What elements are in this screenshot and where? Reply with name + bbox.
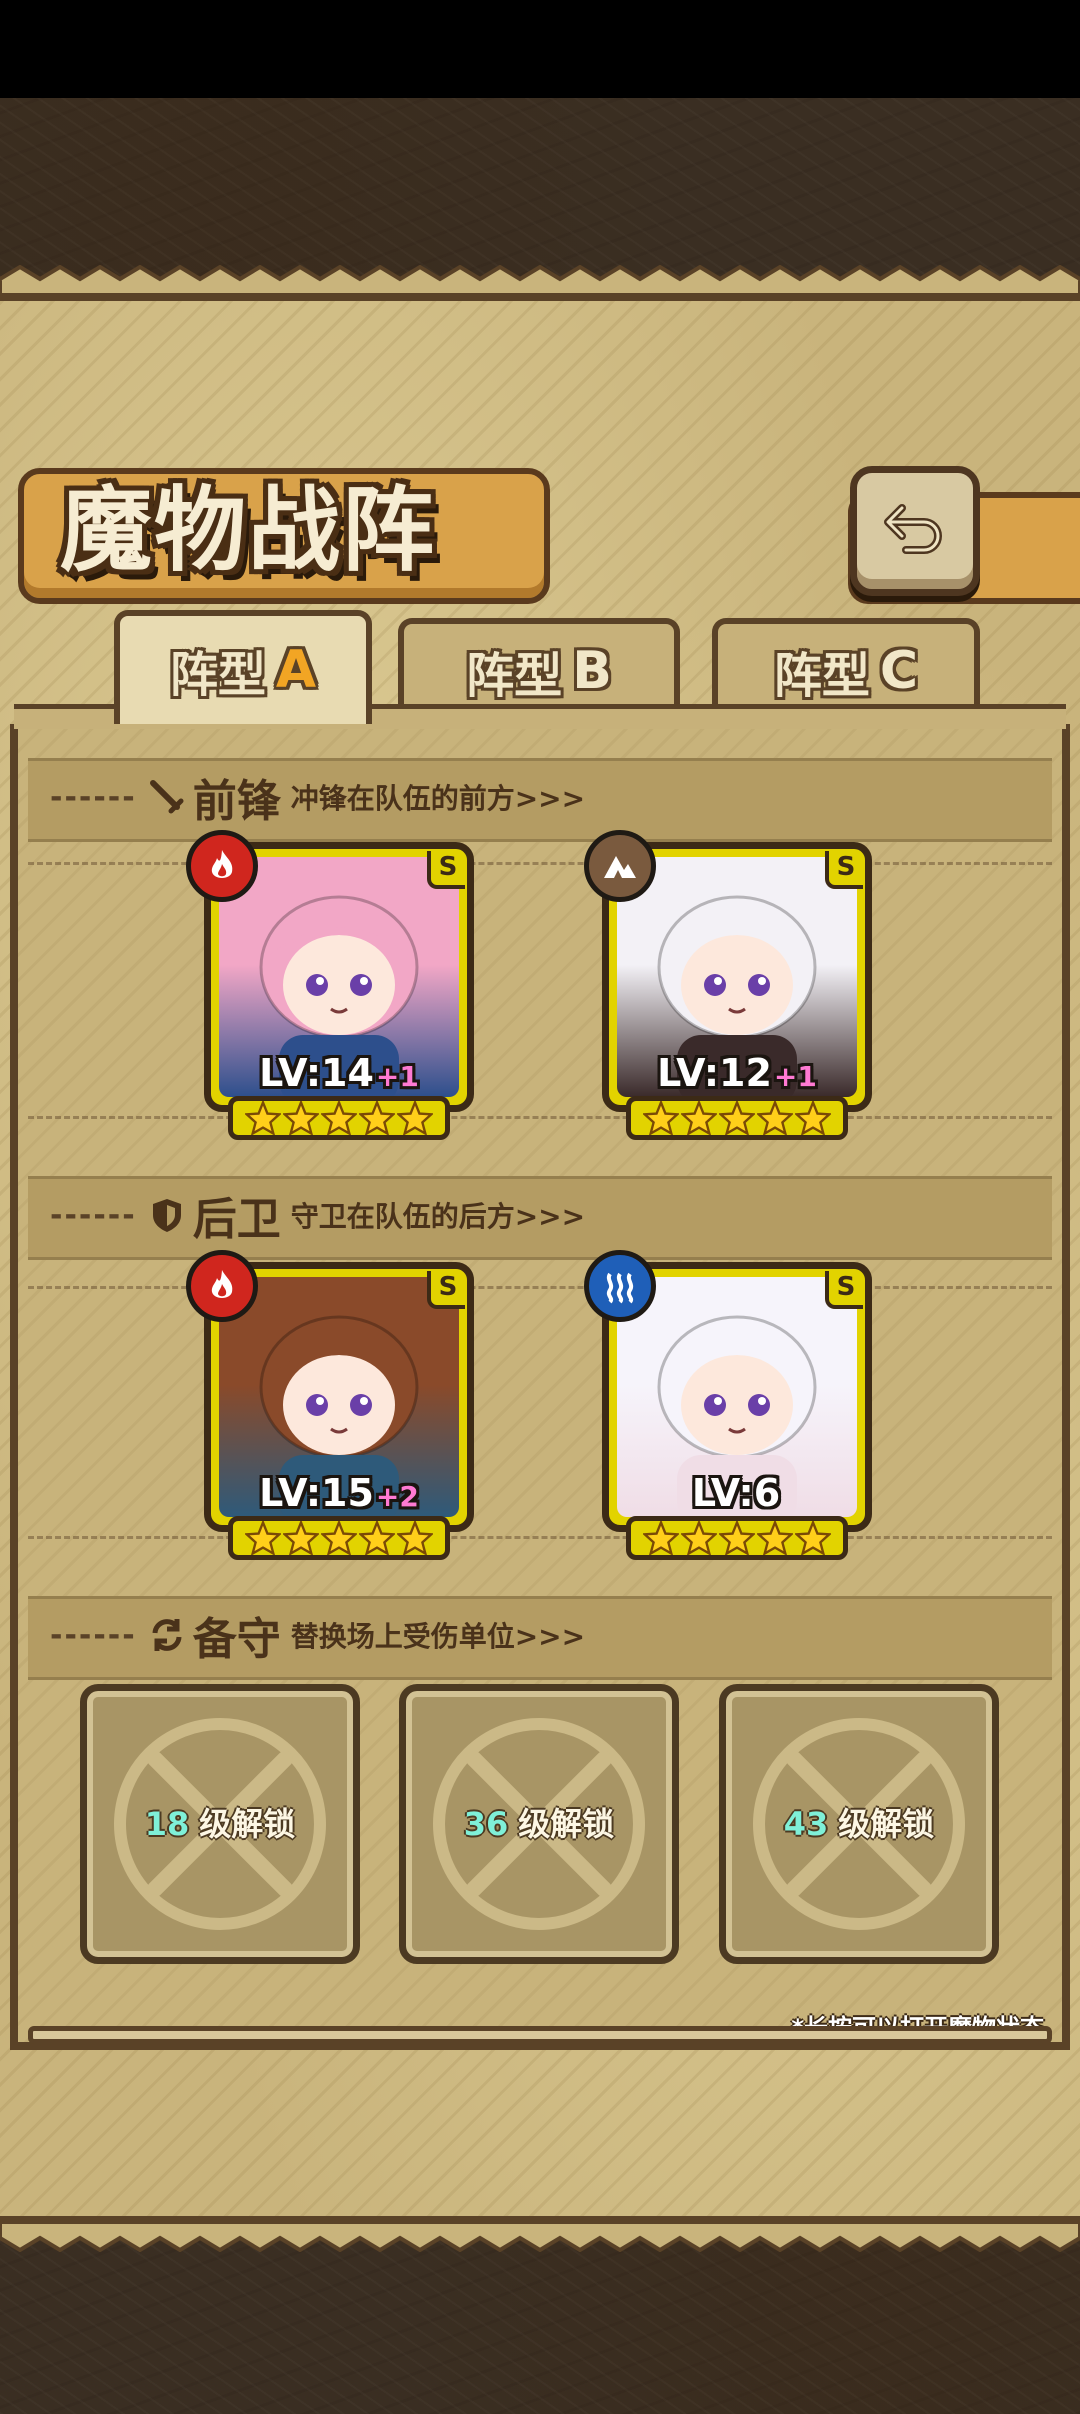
reserve-slot-3[interactable]: 43 级解锁 — [719, 1684, 999, 1964]
tab-label: 阵型 — [773, 648, 870, 704]
back-button[interactable] — [850, 466, 980, 596]
reserve-slot-1[interactable]: 18 级解锁 — [80, 1684, 360, 1964]
star-icon — [795, 1521, 831, 1555]
star-icon — [321, 1521, 357, 1555]
monster-level: LV:14+1 — [211, 1051, 467, 1095]
section-title: 前锋 — [192, 776, 281, 827]
row-guide — [28, 1536, 1052, 1539]
divider-dash: ------ — [50, 1617, 137, 1653]
row-guide — [28, 1116, 1052, 1119]
tab-formation-b[interactable]: 阵型 B — [398, 618, 680, 718]
rearguard-header: ------ 后卫 守卫在队伍的后方>>> — [50, 1176, 585, 1254]
star-icon — [397, 1521, 433, 1555]
monster-level: LV:6 — [609, 1471, 865, 1515]
rank-badge: S — [825, 1271, 863, 1309]
unlock-level: 18 — [144, 1805, 190, 1843]
zigzag-bottom-edge — [0, 2222, 1080, 2252]
star-icon — [757, 1101, 793, 1135]
star-icon — [681, 1521, 717, 1555]
unlock-label: 级解锁 — [199, 1805, 296, 1843]
rank-badge: S — [427, 1271, 465, 1309]
rank-badge: S — [825, 851, 863, 889]
star-icon — [719, 1521, 755, 1555]
monster-level: LV:15+2 — [211, 1471, 467, 1515]
star-icon — [795, 1101, 831, 1135]
level-bonus: +2 — [375, 1480, 419, 1513]
level-value: LV:14 — [259, 1051, 374, 1095]
star-icon — [397, 1101, 433, 1135]
unlock-level: 43 — [783, 1805, 829, 1843]
star-icon — [359, 1521, 395, 1555]
row-guide — [28, 862, 1052, 865]
page-title: 魔物战阵 — [60, 476, 437, 584]
swap-icon — [152, 1619, 182, 1651]
star-rating — [626, 1096, 848, 1140]
water-element-icon — [584, 1250, 656, 1322]
level-value: LV:15 — [259, 1471, 374, 1515]
star-icon — [245, 1521, 281, 1555]
zigzag-top-edge — [0, 265, 1080, 295]
tab-letter: B — [572, 641, 612, 701]
status-bar — [0, 0, 1080, 98]
tab-letter: A — [275, 640, 317, 700]
tab-formation-c[interactable]: 阵型 C — [712, 618, 980, 718]
star-icon — [283, 1521, 319, 1555]
shield-icon — [152, 1199, 181, 1232]
level-bonus: +1 — [773, 1060, 817, 1093]
section-title: 后卫 — [192, 1194, 281, 1245]
rank-badge: S — [427, 851, 465, 889]
level-value: LV:12 — [657, 1051, 772, 1095]
reserve-header: ------ 备守 替换场上受伤单位>>> — [50, 1596, 585, 1674]
earth-element-icon — [584, 830, 656, 902]
star-icon — [283, 1101, 319, 1135]
monster-level: LV:12+1 — [609, 1051, 865, 1095]
star-icon — [719, 1101, 755, 1135]
unlock-level: 36 — [463, 1805, 509, 1843]
row-guide — [28, 1286, 1052, 1289]
section-desc: 替换场上受伤单位>>> — [290, 1620, 586, 1653]
star-icon — [321, 1101, 357, 1135]
return-arrow-icon — [884, 504, 942, 554]
star-icon — [681, 1101, 717, 1135]
section-desc: 守卫在队伍的后方>>> — [290, 1200, 586, 1233]
star-icon — [359, 1101, 395, 1135]
star-rating — [228, 1096, 450, 1140]
bottom-rail — [28, 2026, 1052, 2044]
level-value: LV:6 — [691, 1471, 781, 1515]
unlock-label: 级解锁 — [838, 1805, 935, 1843]
star-icon — [757, 1521, 793, 1555]
tab-formation-a[interactable]: 阵型 A — [114, 610, 372, 724]
level-bonus: +1 — [375, 1060, 419, 1093]
tab-label: 阵型 — [169, 647, 266, 703]
section-desc: 冲锋在队伍的前方>>> — [290, 782, 586, 815]
fire-element-icon — [186, 830, 258, 902]
unlock-label: 级解锁 — [518, 1805, 615, 1843]
fire-element-icon — [186, 1250, 258, 1322]
reserve-slot-2[interactable]: 36 级解锁 — [399, 1684, 679, 1964]
star-icon — [643, 1521, 679, 1555]
star-rating — [626, 1516, 848, 1560]
tab-label: 阵型 — [466, 648, 563, 704]
section-title: 备守 — [192, 1614, 281, 1665]
star-icon — [643, 1101, 679, 1135]
tab-letter: C — [879, 641, 919, 701]
star-icon — [245, 1101, 281, 1135]
star-rating — [228, 1516, 450, 1560]
divider-dash: ------ — [50, 779, 137, 815]
divider-dash: ------ — [50, 1197, 137, 1233]
vanguard-header: ------ 前锋 冲锋在队伍的前方>>> — [50, 758, 585, 836]
sword-icon — [149, 780, 184, 814]
